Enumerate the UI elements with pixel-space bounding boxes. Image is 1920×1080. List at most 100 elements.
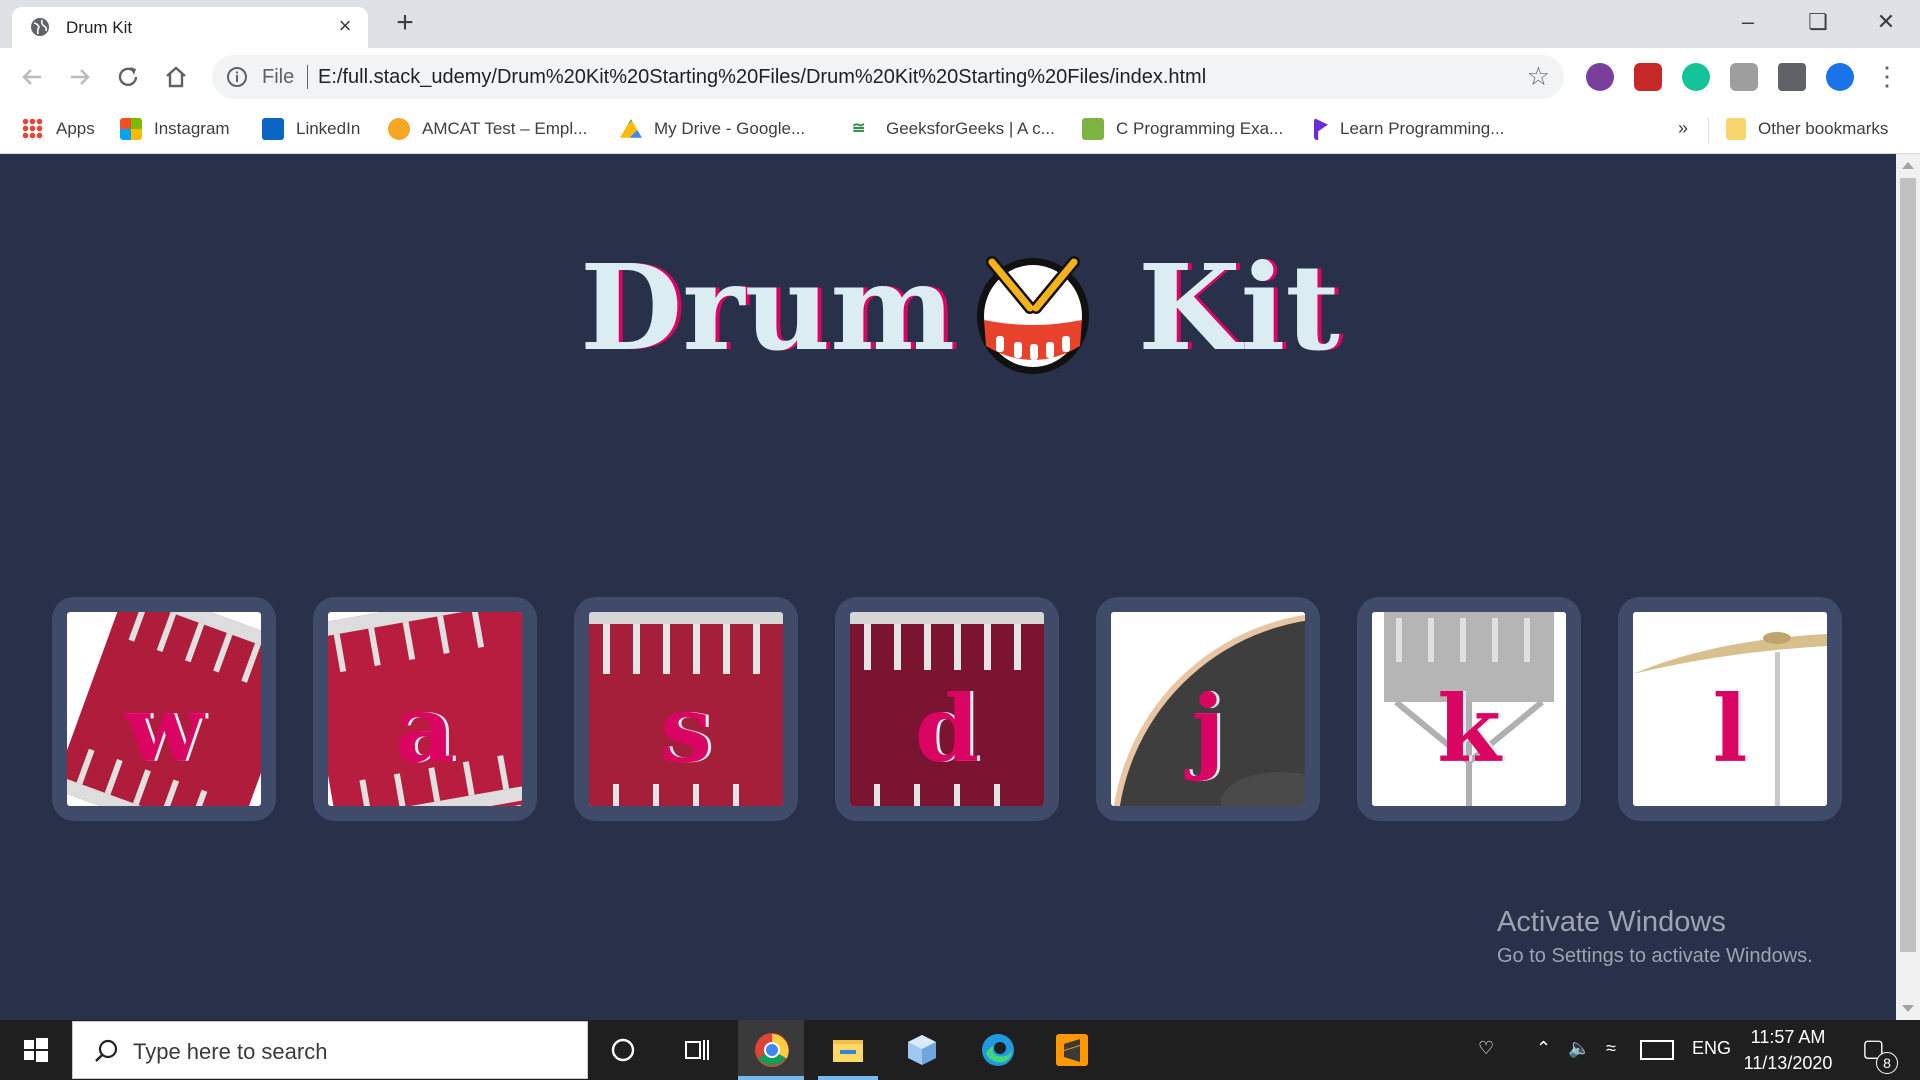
drum-image-tom-2: a (328, 612, 522, 806)
clock-time: 11:57 AM (1750, 1027, 1826, 1047)
chrome-icon[interactable] (752, 1030, 792, 1070)
home-icon[interactable] (160, 61, 192, 93)
url-scheme: File (262, 66, 295, 88)
drum-button-s[interactable]: s (574, 597, 798, 821)
task-view-icon[interactable] (676, 1030, 716, 1070)
drum-image-tom-4: d (850, 612, 1044, 806)
tab-title: Drum Kit (66, 18, 133, 37)
bookmark-c-programming[interactable]: C Programming Exa... (1082, 118, 1283, 142)
activate-windows-watermark: Activate Windows Go to Settings to activ… (1497, 906, 1813, 968)
bookmark-instagram[interactable]: Instagram (120, 118, 230, 142)
amcat-icon (388, 118, 410, 140)
address-bar[interactable]: File E:/full.stack_udemy/Drum%20Kit%20St… (212, 55, 1564, 99)
reload-icon[interactable] (112, 61, 144, 93)
bookmarks-overflow-button[interactable]: » (1678, 118, 1688, 142)
drum-set: w a s d j k l (52, 597, 1844, 821)
forward-icon[interactable] (64, 61, 96, 93)
title-kit: Kit (1138, 238, 1340, 377)
explorer-running-indicator (818, 1076, 878, 1080)
drum-image-snare: j (1111, 612, 1305, 806)
edge-icon[interactable] (978, 1030, 1018, 1070)
linkedin-icon (262, 118, 284, 140)
close-tab-icon[interactable]: × (334, 15, 356, 38)
taskbar-search[interactable]: Type here to search (72, 1021, 588, 1079)
bookmark-star-icon[interactable]: ☆ (1527, 63, 1550, 89)
drum-image-kick: l (1633, 612, 1827, 806)
search-icon (95, 1039, 118, 1062)
drum-key-label: j (1191, 675, 1225, 783)
scroll-down-icon[interactable] (1902, 1005, 1914, 1012)
gfg-icon: ≅ (852, 120, 866, 137)
c-programming-icon (1082, 118, 1104, 140)
bookmark-learn-programming[interactable]: Learn Programming... (1314, 118, 1504, 142)
restore-icon[interactable]: ❏ (1788, 4, 1848, 40)
bookmark-amcat[interactable]: AMCAT Test – Empl... (388, 118, 587, 142)
file-explorer-icon[interactable] (828, 1030, 868, 1070)
cortana-icon[interactable] (603, 1030, 643, 1070)
google-drive-icon (620, 119, 642, 138)
back-icon[interactable] (16, 61, 48, 93)
notification-count-badge: 8 (1876, 1052, 1898, 1074)
tab-drum-kit[interactable]: Drum Kit × (12, 7, 368, 48)
bookmark-geeksforgeeks[interactable]: ≅ GeeksforGeeks | A c... (852, 118, 1055, 142)
windows-start-icon[interactable] (0, 1020, 70, 1080)
drum-image-tom-1: w (67, 612, 261, 806)
close-window-icon[interactable]: ✕ (1856, 4, 1916, 40)
drum-key-label: s (660, 675, 712, 783)
system-clock[interactable]: 11:57 AM 11/13/2020 (1728, 1024, 1848, 1076)
watermark-subtitle: Go to Settings to activate Windows. (1497, 945, 1813, 967)
menu-kebab-icon[interactable]: ⋮ (1874, 63, 1900, 91)
drum-button-j[interactable]: j (1096, 597, 1320, 821)
apps-grid-icon (22, 118, 44, 140)
drum-key-label: l (1712, 675, 1748, 783)
drum-button-w[interactable]: w (52, 597, 276, 821)
show-hidden-icons-chevron-icon[interactable]: ⌃ (1536, 1038, 1551, 1059)
volume-icon[interactable]: 🔈 (1568, 1038, 1590, 1059)
clock-date: 11/13/2020 (1743, 1053, 1833, 1073)
drum-key-label: a (395, 675, 455, 783)
people-icon[interactable]: ♡ (1478, 1038, 1494, 1059)
url-divider (307, 65, 308, 89)
info-icon[interactable] (226, 66, 248, 88)
drum-button-l[interactable]: l (1618, 597, 1842, 821)
extension-icon-1[interactable] (1586, 63, 1614, 91)
windows-logo-icon (120, 118, 142, 140)
3d-box-app-icon[interactable] (902, 1030, 942, 1070)
wifi-icon[interactable]: ≈ (1606, 1038, 1616, 1059)
drum-emoji-icon (977, 256, 1089, 374)
browser-toolbar: File E:/full.stack_udemy/Drum%20Kit%20St… (0, 48, 1920, 106)
scrollbar-thumb[interactable] (1900, 178, 1916, 952)
globe-icon (31, 18, 49, 36)
chrome-running-indicator (738, 1076, 804, 1080)
tab-strip: Drum Kit × + – ❏ ✕ (0, 0, 1920, 48)
sublime-text-icon[interactable] (1052, 1030, 1092, 1070)
title-drum: Drum (580, 238, 956, 377)
drum-key-label: d (914, 675, 980, 783)
extensions-puzzle-icon[interactable] (1778, 63, 1806, 91)
drum-button-k[interactable]: k (1357, 597, 1581, 821)
language-indicator[interactable]: ENG (1692, 1038, 1731, 1059)
drum-image-crash: k (1372, 612, 1566, 806)
page-scrollbar[interactable] (1896, 154, 1920, 1020)
other-bookmarks-folder[interactable]: Other bookmarks (1726, 118, 1888, 142)
watermark-title: Activate Windows (1497, 906, 1726, 938)
url-text[interactable]: E:/full.stack_udemy/Drum%20Kit%20Startin… (318, 66, 1206, 89)
drum-button-d[interactable]: d (835, 597, 1059, 821)
scroll-up-icon[interactable] (1902, 162, 1914, 169)
bookmark-apps[interactable]: Apps (22, 118, 95, 142)
search-placeholder: Type here to search (133, 1039, 328, 1064)
programiz-icon (1314, 118, 1328, 140)
minimize-icon[interactable]: – (1718, 4, 1778, 40)
bookmark-google-drive[interactable]: My Drive - Google... (620, 118, 805, 142)
bookmarks-divider (1708, 118, 1709, 144)
keyboard-icon[interactable] (1640, 1040, 1674, 1060)
mcafee-icon[interactable] (1634, 63, 1662, 91)
grammarly-icon[interactable] (1682, 63, 1710, 91)
profile-avatar[interactable] (1826, 63, 1854, 91)
drum-button-a[interactable]: a (313, 597, 537, 821)
bookmarks-bar: Apps Instagram LinkedIn AMCAT Test – Emp… (0, 106, 1920, 154)
drum-image-tom-3: s (589, 612, 783, 806)
pdf-icon[interactable] (1730, 63, 1758, 91)
new-tab-button[interactable]: + (390, 8, 420, 39)
bookmark-linkedin[interactable]: LinkedIn (262, 118, 360, 142)
